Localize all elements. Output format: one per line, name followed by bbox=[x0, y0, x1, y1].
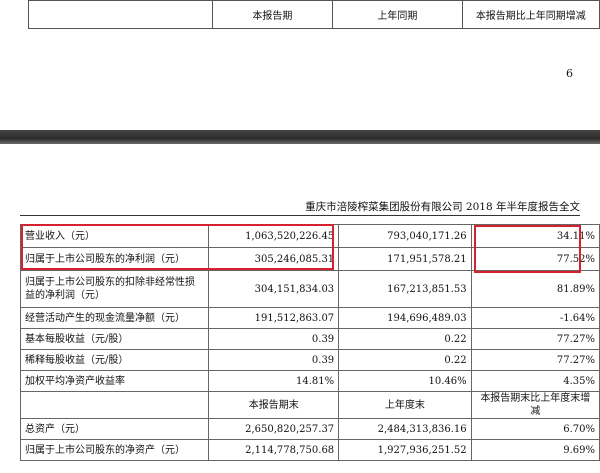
current-value: 305,246,085.31 bbox=[208, 247, 340, 271]
document-header: 重庆市涪陵榨菜集团股份有限公司 2018 年半年度报告全文 bbox=[305, 201, 580, 213]
current-value: 14.81% bbox=[208, 370, 340, 392]
change-value: 6.70% bbox=[470, 418, 600, 440]
row-label: 总资产（元） bbox=[19, 418, 210, 440]
previous-value: 793,040,171.26 bbox=[338, 224, 472, 248]
current-value: 1,063,520,226.45 bbox=[208, 224, 340, 248]
row-label: 稀释每股收益（元/股） bbox=[19, 349, 210, 371]
top-header-current-period: 本报告期 bbox=[211, 0, 334, 29]
table-row: 营业收入（元） 1,063,520,226.45 793,040,171.26 … bbox=[19, 224, 600, 248]
previous-value: 0.22 bbox=[338, 349, 472, 371]
current-value: 191,512,863.07 bbox=[208, 307, 340, 329]
current-value: 2,650,820,257.37 bbox=[208, 418, 340, 440]
change-value: 9.69% bbox=[470, 439, 600, 461]
page-break-band bbox=[0, 130, 600, 144]
row-label: 归属于上市公司股东的净资产（元） bbox=[19, 439, 210, 461]
previous-page-fragment: 本报告期 上年同期 本报告期比上年同期增减 6 bbox=[0, 0, 600, 130]
top-table-fragment: 本报告期 上年同期 本报告期比上年同期增减 bbox=[28, 0, 600, 29]
subheader-period-end: 本报告期末 bbox=[208, 391, 340, 419]
change-value: -1.64% bbox=[470, 307, 600, 329]
current-value: 2,114,778,750.68 bbox=[208, 439, 340, 461]
row-label: 加权平均净资产收益率 bbox=[19, 370, 210, 392]
top-header-prior-period: 上年同期 bbox=[332, 0, 463, 29]
current-value: 0.39 bbox=[208, 349, 340, 371]
table-row: 总资产（元） 2,650,820,257.37 2,484,313,836.16… bbox=[19, 418, 600, 440]
table-row: 经营活动产生的现金流量净额（元） 191,512,863.07 194,696,… bbox=[19, 307, 600, 329]
row-label: 基本每股收益（元/股） bbox=[19, 328, 210, 350]
page-number: 6 bbox=[566, 67, 573, 80]
table-row: 归属于上市公司股东的净资产（元） 2,114,778,750.68 1,927,… bbox=[19, 439, 600, 461]
previous-value: 171,951,578.21 bbox=[338, 247, 472, 271]
change-value: 77.27% bbox=[470, 328, 600, 350]
subheader-empty bbox=[19, 391, 210, 419]
top-header-change: 本报告期比上年同期增减 bbox=[461, 0, 600, 29]
change-value: 77.52% bbox=[470, 247, 600, 271]
previous-value: 2,484,313,836.16 bbox=[338, 418, 472, 440]
financial-table: 营业收入（元） 1,063,520,226.45 793,040,171.26 … bbox=[19, 224, 600, 461]
previous-value: 10.46% bbox=[338, 370, 472, 392]
table-row: 归属于上市公司股东的扣除非经常性损益的净利润（元） 304,151,834.03… bbox=[19, 270, 600, 308]
change-value: 4.35% bbox=[470, 370, 600, 392]
previous-value: 167,213,851.53 bbox=[338, 270, 472, 308]
row-label: 归属于上市公司股东的净利润（元） bbox=[19, 247, 210, 271]
top-header-cell-empty bbox=[28, 0, 213, 29]
row-label: 经营活动产生的现金流量净额（元） bbox=[19, 307, 210, 329]
change-value: 77.27% bbox=[470, 349, 600, 371]
table-subheader-row: 本报告期末 上年度末 本报告期末比上年度末增减 bbox=[19, 391, 600, 419]
row-label: 营业收入（元） bbox=[19, 224, 210, 248]
subheader-prior-year-end: 上年度末 bbox=[338, 391, 472, 419]
table-row: 归属于上市公司股东的净利润（元） 305,246,085.31 171,951,… bbox=[19, 247, 600, 271]
table-row: 加权平均净资产收益率 14.81% 10.46% 4.35% bbox=[19, 370, 600, 392]
top-table-header-row: 本报告期 上年同期 本报告期比上年同期增减 bbox=[28, 0, 600, 29]
change-value: 81.89% bbox=[470, 270, 600, 308]
table-row: 基本每股收益（元/股） 0.39 0.22 77.27% bbox=[19, 328, 600, 350]
previous-value: 0.22 bbox=[338, 328, 472, 350]
table-row: 稀释每股收益（元/股） 0.39 0.22 77.27% bbox=[19, 349, 600, 371]
previous-value: 1,927,936,251.52 bbox=[338, 439, 472, 461]
current-value: 0.39 bbox=[208, 328, 340, 350]
row-label: 归属于上市公司股东的扣除非经常性损益的净利润（元） bbox=[19, 270, 210, 308]
previous-value: 194,696,489.03 bbox=[338, 307, 472, 329]
change-value: 34.11% bbox=[470, 224, 600, 248]
subheader-change: 本报告期末比上年度末增减 bbox=[470, 391, 600, 419]
header-rule bbox=[20, 215, 580, 216]
current-value: 304,151,834.03 bbox=[208, 270, 340, 308]
